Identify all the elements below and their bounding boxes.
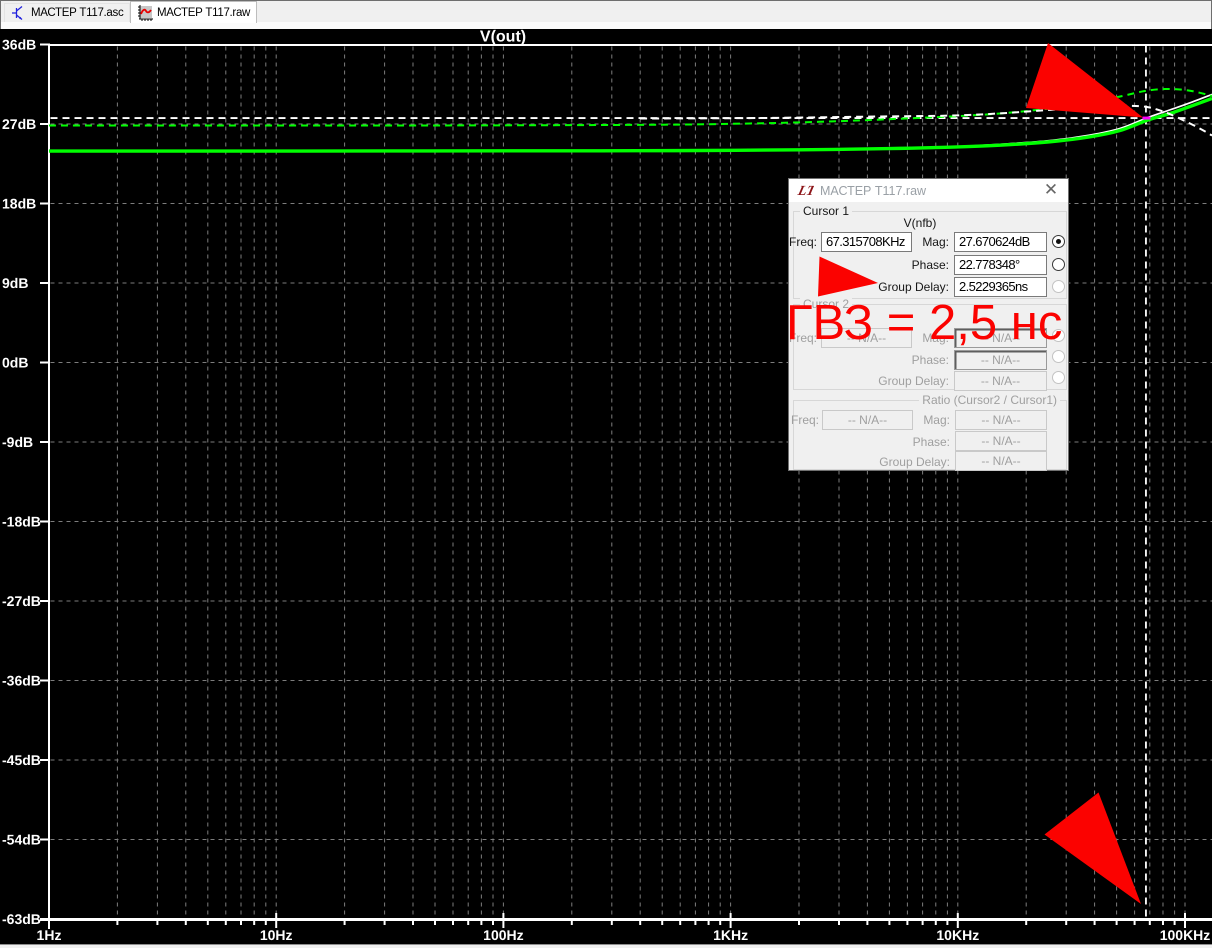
trace-v(out)-phase [48,87,1212,127]
schematic-icon [12,5,23,21]
cursor1-mag-field[interactable]: 27.670624dB [954,232,1047,252]
close-icon[interactable]: ✕ [1041,180,1061,200]
cursor2-group-delay-label: Group Delay: [878,374,949,388]
cursor1-legend: Cursor 1 [800,205,853,218]
svg-text:LT: LT [797,184,814,198]
cursor1-phase-radio[interactable] [1052,258,1065,271]
tab-strip-padding [0,22,1212,29]
x-axis-label: 100Hz [483,927,523,943]
x-axis-label: 1Hz [37,927,62,943]
ratio-group-delay-field: -- N/A-- [955,451,1047,471]
trace-v(nfb)-phase [640,104,1212,137]
cursor2-phase-label: Phase: [911,353,949,367]
y-axis-label: -36dB [2,673,41,689]
y-axis-label: -27dB [2,593,41,609]
cursor1-mag-radio[interactable] [1052,235,1065,248]
cursor1-group-delay-field[interactable]: 2.5229365ns [954,277,1047,297]
y-axis-label: -54dB [2,832,41,848]
ratio-mag-label: Mag: [923,413,950,427]
cursor1-group-delay-radio[interactable] [1052,280,1065,293]
ltspice-window: 36dB 27dB 18dB 9dB 0dB -9dB -18dB -27dB -36dB -45… [0,0,1212,948]
y-axis-label: 9dB [2,275,28,291]
x-axis-label: 100KHz [1160,927,1211,943]
group-delay-annotation: ГВЗ = 2,5 нс [786,296,1063,350]
cursor1-mag-label: Mag: [922,235,949,249]
cursor1-marker [1142,116,1151,120]
y-axis-label: 27dB [2,116,36,132]
y-axis-label: -9dB [2,434,33,450]
tab-waveform[interactable]: МАСТЕР Т117.raw [130,1,258,23]
y-axis-label: -63dB [2,911,41,927]
cursor1-trace-name: V(nfb) [903,216,937,230]
window-bottom-edge [0,944,1212,948]
cursor2-phase-field: -- N/A-- [954,350,1047,370]
dialog-title: МАСТЕР Т117.raw [820,183,927,198]
ratio-freq-label: Freq: [791,413,820,427]
tab-waveform-label: МАСТЕР Т117.raw [157,6,251,19]
y-axis-label: 0dB [2,355,28,371]
y-axis-label: 36dB [2,37,36,53]
cursor1-freq-label: Freq: [789,235,818,249]
tab-schematic-label: МАСТЕР Т117.asc [31,7,124,19]
ratio-mag-field: -- N/A-- [955,410,1047,430]
ratio-phase-label: Phase: [912,435,950,449]
cursor1-phase-label: Phase: [911,258,949,272]
cursor2-group-delay-field: -- N/A-- [954,371,1047,391]
ratio-group-delay-label: Group Delay: [879,455,950,469]
waveform-icon [138,4,153,21]
ratio-phase-field: -- N/A-- [955,431,1047,451]
x-axis-label: 10KHz [936,927,979,943]
tab-schematic[interactable]: МАСТЕР Т117.asc [4,3,131,22]
ltspice-logo-icon: LT [797,184,814,198]
dialog-titlebar[interactable]: LT МАСТЕР Т117.raw ✕ [789,179,1068,202]
cursor2-group-delay-radio [1052,371,1065,384]
y-axis-label: 18dB [2,196,36,212]
trace-title: V(out) [480,29,526,46]
ratio-legend: Ratio (Cursor2 / Cursor1) [919,394,1060,407]
cursor1-phase-field[interactable]: 22.778348° [954,255,1047,275]
y-axis-label: -45dB [2,752,41,768]
cursor1-group-delay-label: Group Delay: [878,280,949,294]
x-axis-label: 1KHz [713,927,748,943]
cursor2-phase-radio [1052,350,1065,363]
waveform-plot-area[interactable]: 36dB 27dB 18dB 9dB 0dB -9dB -18dB -27dB -36dB -45… [0,0,1212,948]
y-axis-label: -18dB [2,514,41,530]
x-axis-label: 10Hz [260,927,293,943]
